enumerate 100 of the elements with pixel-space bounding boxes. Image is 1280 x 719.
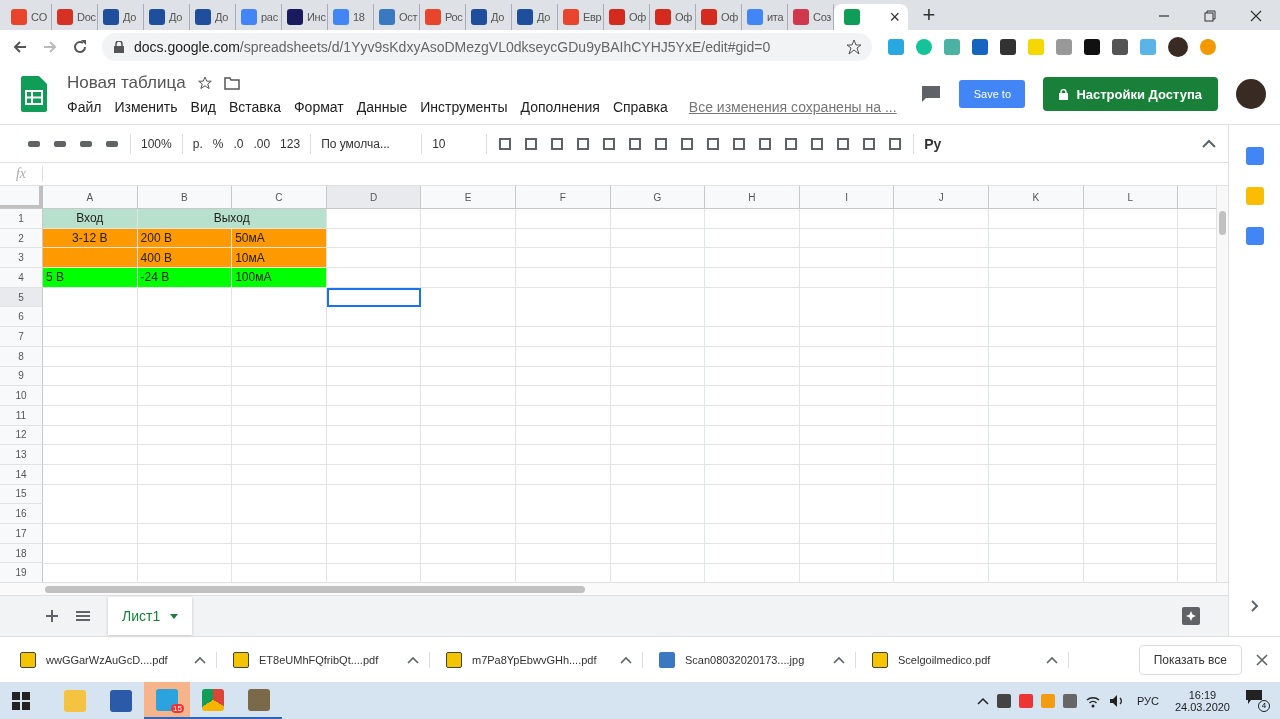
scrollbar-thumb[interactable] bbox=[45, 585, 585, 593]
site-icon bbox=[57, 9, 73, 25]
document-title[interactable]: Новая таблица bbox=[67, 73, 186, 93]
site-icon bbox=[471, 9, 487, 25]
column-header[interactable]: K bbox=[988, 186, 1084, 208]
caret-icon[interactable] bbox=[976, 696, 989, 705]
column-header[interactable]: D bbox=[326, 186, 422, 208]
all-sheets-icon[interactable] bbox=[76, 610, 90, 622]
formula-label: fx bbox=[0, 166, 43, 182]
new-tab-button[interactable]: + bbox=[914, 2, 944, 30]
volume-icon[interactable] bbox=[1108, 693, 1125, 708]
share-button[interactable]: Настройки Доступа bbox=[1043, 77, 1218, 111]
table-cell[interactable]: -24 В bbox=[137, 268, 233, 288]
table-cell[interactable]: 50мА bbox=[232, 228, 327, 249]
extension-icon[interactable] bbox=[1084, 39, 1100, 55]
number-format-dropdown[interactable]: 123 bbox=[280, 136, 301, 151]
expand-panel-icon[interactable] bbox=[1250, 600, 1259, 612]
decrease-decimals-button[interactable]: .0 bbox=[233, 136, 244, 151]
percent-button[interactable]: % bbox=[212, 136, 224, 151]
sheets-logo-icon[interactable] bbox=[21, 76, 47, 112]
collapse-icon[interactable] bbox=[1202, 138, 1216, 149]
menu-item[interactable]: Дополнения bbox=[520, 99, 600, 115]
menu-item[interactable]: Формат bbox=[293, 99, 344, 115]
extension-icon[interactable] bbox=[1000, 39, 1016, 55]
battery-icon[interactable] bbox=[1062, 693, 1077, 708]
download-item[interactable]: ET8eUMhFQfribQt....pdf bbox=[225, 651, 430, 668]
input-tools-button[interactable]: Ру bbox=[924, 135, 942, 152]
menu-item[interactable]: Справка bbox=[612, 99, 668, 115]
sheet-tab[interactable]: Лист1 bbox=[108, 597, 193, 635]
tray-icon[interactable] bbox=[996, 693, 1011, 708]
selected-cell[interactable] bbox=[326, 287, 422, 308]
download-item[interactable]: Scelgoilmedico.pdf bbox=[864, 651, 1069, 668]
currency-button[interactable]: р. bbox=[192, 136, 203, 151]
address-field[interactable]: docs.google.com/spreadsheets/d/1Yyv9sKdxyAsoDMezgVL0dkseycGDu9yBAIhCYHJ5YxE/edit#gid=0 bbox=[102, 33, 872, 61]
add-sheet-icon[interactable] bbox=[46, 610, 58, 622]
caret-icon[interactable] bbox=[833, 655, 845, 664]
menu-item[interactable]: Изменить bbox=[114, 99, 178, 115]
table-cell[interactable]: 100мА bbox=[232, 268, 327, 288]
menu-item[interactable]: Инструменты bbox=[420, 99, 508, 115]
caret-icon[interactable] bbox=[1046, 655, 1058, 664]
menu-item[interactable]: Вид bbox=[190, 99, 216, 115]
explore-icon[interactable] bbox=[1182, 607, 1200, 625]
column-header[interactable]: G bbox=[610, 186, 706, 208]
close-icon[interactable] bbox=[1256, 653, 1268, 666]
download-item[interactable]: Scan08032020173....jpg bbox=[651, 651, 856, 668]
zoom-dropdown[interactable]: 100% bbox=[141, 136, 172, 151]
column-header[interactable]: C bbox=[232, 186, 327, 208]
browser-tab[interactable]: × bbox=[834, 4, 908, 30]
column-header[interactable]: J bbox=[894, 186, 989, 208]
avatar[interactable] bbox=[1236, 79, 1266, 109]
save-to-button[interactable]: Save to bbox=[959, 80, 1026, 108]
restore-icon[interactable] bbox=[1204, 10, 1216, 22]
caret-icon[interactable] bbox=[194, 655, 206, 664]
menu-item[interactable]: Файл bbox=[67, 99, 102, 115]
menu-item[interactable]: Данные bbox=[356, 99, 408, 115]
tray-icon[interactable] bbox=[1018, 693, 1033, 708]
site-icon bbox=[379, 9, 395, 25]
clock-date[interactable]: 24.03.2020 bbox=[1174, 700, 1230, 713]
reload-icon[interactable] bbox=[72, 39, 88, 55]
table-cell[interactable]: Вход bbox=[43, 209, 138, 229]
caret-icon[interactable] bbox=[620, 655, 632, 664]
avatar[interactable] bbox=[1168, 37, 1188, 57]
column-header[interactable]: I bbox=[799, 186, 895, 208]
row-header[interactable]: 5 bbox=[0, 287, 43, 308]
table-cell[interactable]: 5 В bbox=[43, 268, 138, 288]
back-icon[interactable] bbox=[12, 39, 28, 55]
scrollbar-thumb[interactable] bbox=[1219, 211, 1226, 235]
column-header[interactable]: L bbox=[1083, 186, 1179, 208]
site-icon bbox=[701, 9, 717, 25]
close-tab-button[interactable]: × bbox=[889, 8, 900, 26]
telegram-app[interactable]: 15 bbox=[144, 682, 190, 719]
table-cell[interactable]: Выход bbox=[137, 209, 327, 229]
show-all-button[interactable]: Показать все bbox=[1138, 644, 1242, 675]
language-indicator[interactable]: РУС bbox=[1136, 694, 1159, 707]
caret-icon[interactable] bbox=[407, 655, 419, 664]
column-header[interactable]: H bbox=[705, 186, 800, 208]
close-icon[interactable] bbox=[1250, 10, 1262, 22]
star-icon[interactable] bbox=[846, 39, 862, 55]
download-item[interactable]: m7Pa8YpEbwvGHh....pdf bbox=[438, 651, 643, 668]
column-header[interactable]: F bbox=[515, 186, 611, 208]
column-header[interactable]: A bbox=[43, 186, 138, 208]
notifications-button[interactable]: 4 bbox=[1246, 689, 1270, 712]
table-cell[interactable]: 3-12 В bbox=[43, 228, 138, 249]
font-size-dropdown[interactable]: 10 bbox=[432, 136, 477, 151]
windows-start-icon[interactable] bbox=[12, 691, 30, 710]
download-item[interactable]: wwGGarWzAuGcD....pdf bbox=[12, 651, 217, 668]
column-header[interactable]: E bbox=[421, 186, 516, 208]
pdf-file-icon bbox=[20, 651, 36, 668]
font-dropdown[interactable]: По умолча... bbox=[321, 136, 412, 151]
table-cell[interactable] bbox=[43, 248, 138, 269]
menu-item[interactable]: Вставка bbox=[228, 99, 281, 115]
increase-decimals-button[interactable]: .00 bbox=[253, 136, 271, 151]
table-cell[interactable]: 10мА bbox=[232, 248, 327, 269]
table-cell[interactable]: 400 В bbox=[137, 248, 233, 269]
save-status-link[interactable]: Все изменения сохранены на ... bbox=[688, 99, 897, 115]
star-icon[interactable] bbox=[197, 76, 212, 90]
pdf-file-icon bbox=[872, 651, 888, 668]
column-header[interactable]: B bbox=[137, 186, 233, 208]
site-icon bbox=[609, 9, 625, 25]
clock-time[interactable]: 16:19 bbox=[1188, 688, 1217, 701]
